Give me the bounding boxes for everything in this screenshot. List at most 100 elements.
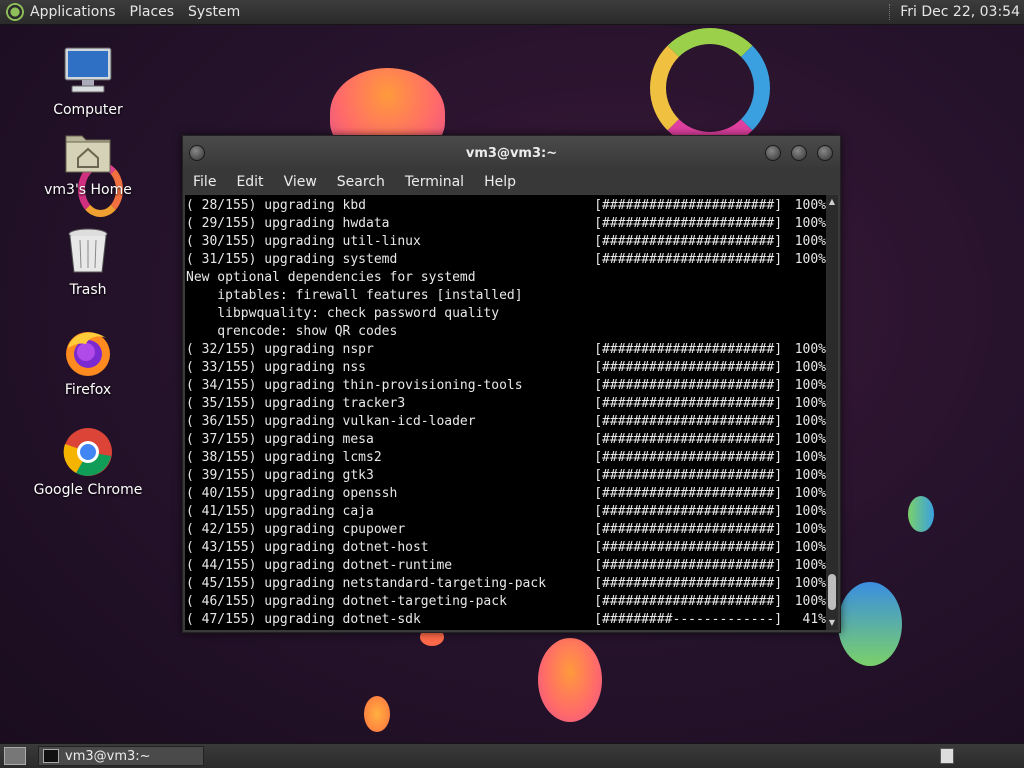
- progress-percent: 100%: [794, 558, 826, 573]
- terminal-output[interactable]: ( 28/155) upgrading kbd [################…: [185, 195, 826, 630]
- progress-percent: 100%: [794, 396, 826, 411]
- panel-separator: [889, 4, 892, 20]
- window-menubar: File Edit View Search Terminal Help: [183, 170, 840, 194]
- terminal-line-text: ( 41/155) upgrading caja: [186, 504, 374, 519]
- show-desktop-icon[interactable]: [4, 747, 26, 765]
- progress-percent: 100%: [794, 540, 826, 555]
- terminal-icon: [43, 749, 59, 763]
- workspace-switcher[interactable]: [940, 748, 954, 764]
- desktop-icon-computer[interactable]: Computer: [33, 46, 143, 118]
- menu-applications[interactable]: Applications: [30, 4, 116, 20]
- terminal-line: ( 37/155) upgrading mesa [###############…: [186, 431, 826, 449]
- scroll-down-icon[interactable]: ▼: [826, 618, 838, 628]
- minimize-icon[interactable]: [765, 145, 781, 161]
- menu-view[interactable]: View: [284, 174, 317, 190]
- progress-bar-text: [######################]: [594, 522, 783, 537]
- progress-percent: 100%: [794, 594, 826, 609]
- terminal-line-text: ( 46/155) upgrading dotnet-targeting-pac…: [186, 594, 507, 609]
- maximize-icon[interactable]: [791, 145, 807, 161]
- terminal-line-text: ( 29/155) upgrading hwdata: [186, 216, 390, 231]
- desktop-icon-trash[interactable]: Trash: [33, 226, 143, 298]
- scrollbar-thumb[interactable]: [828, 574, 836, 610]
- terminal-line-text: ( 34/155) upgrading thin-provisioning-to…: [186, 378, 523, 393]
- menu-file[interactable]: File: [193, 174, 216, 190]
- rainbow-ring: [650, 28, 770, 148]
- progress-bar-text: [######################]: [594, 450, 783, 465]
- terminal-line-text: ( 45/155) upgrading netstandard-targetin…: [186, 576, 547, 591]
- progress-percent: 100%: [794, 216, 826, 231]
- menu-system[interactable]: System: [188, 4, 240, 20]
- home-folder-icon: [62, 126, 114, 178]
- taskbar-item-terminal[interactable]: vm3@vm3:~: [38, 746, 204, 766]
- desktop-icon-chrome[interactable]: Google Chrome: [33, 426, 143, 498]
- progress-bar-text: [######################]: [594, 558, 783, 573]
- terminal-line: ( 35/155) upgrading tracker3 [###########…: [186, 395, 826, 413]
- terminal-line: ( 43/155) upgrading dotnet-host [########…: [186, 539, 826, 557]
- terminal-line: ( 45/155) upgrading netstandard-targetin…: [186, 575, 826, 593]
- progress-percent: 100%: [794, 378, 826, 393]
- menu-edit[interactable]: Edit: [236, 174, 263, 190]
- scroll-up-icon[interactable]: ▲: [826, 197, 838, 207]
- terminal-line: qrencode: show QR codes: [186, 323, 826, 341]
- desktop-icon-home[interactable]: vm3's Home: [33, 126, 143, 198]
- progress-bar-text: [######################]: [594, 432, 783, 447]
- desktop-icon-label: Trash: [69, 282, 107, 298]
- terminal-window[interactable]: vm3@vm3:~ File Edit View Search Terminal…: [182, 135, 841, 633]
- computer-icon: [62, 46, 114, 98]
- terminal-line-text: ( 36/155) upgrading vulkan-icd-loader: [186, 414, 476, 429]
- progress-bar-text: [######################]: [594, 342, 783, 357]
- terminal-line: ( 29/155) upgrading hwdata [#############…: [186, 215, 826, 233]
- progress-percent: 100%: [794, 342, 826, 357]
- terminal-line: ( 28/155) upgrading kbd [################…: [186, 197, 826, 215]
- menu-search[interactable]: Search: [337, 174, 385, 190]
- terminal-line-text: ( 39/155) upgrading gtk3: [186, 468, 374, 483]
- terminal-line: ( 36/155) upgrading vulkan-icd-loader [##…: [186, 413, 826, 431]
- window-title: vm3@vm3:~: [465, 145, 558, 161]
- terminal-line: ( 42/155) upgrading cpupower [###########…: [186, 521, 826, 539]
- terminal-line: ( 40/155) upgrading openssh [############…: [186, 485, 826, 503]
- terminal-line-text: ( 37/155) upgrading mesa: [186, 432, 374, 447]
- clock[interactable]: Fri Dec 22, 03:54: [900, 4, 1020, 20]
- desktop-icon-firefox[interactable]: Firefox: [33, 326, 143, 398]
- progress-bar-text: [######################]: [594, 234, 783, 249]
- top-panel: Applications Places System Fri Dec 22, 0…: [0, 0, 1024, 25]
- small-orange-blob: [364, 696, 390, 732]
- terminal-line: ( 41/155) upgrading caja [###############…: [186, 503, 826, 521]
- terminal-line-text: ( 35/155) upgrading tracker3: [186, 396, 406, 411]
- mate-logo-icon[interactable]: [6, 3, 24, 21]
- progress-percent: 100%: [794, 486, 826, 501]
- desktop-icon-label: Computer: [53, 102, 123, 118]
- terminal-line-text: ( 30/155) upgrading util-linux: [186, 234, 421, 249]
- progress-bar-text: [#########-------------]: [594, 612, 783, 627]
- progress-bar-text: [######################]: [594, 414, 783, 429]
- firefox-icon: [62, 326, 114, 378]
- progress-percent: 100%: [794, 450, 826, 465]
- orange-blob-2: [538, 638, 602, 722]
- window-titlebar[interactable]: vm3@vm3:~: [183, 136, 840, 170]
- close-icon[interactable]: [817, 145, 833, 161]
- terminal-line: ( 33/155) upgrading nss [################…: [186, 359, 826, 377]
- terminal-line: ( 31/155) upgrading systemd [############…: [186, 251, 826, 269]
- progress-percent: 100%: [794, 432, 826, 447]
- menu-terminal[interactable]: Terminal: [405, 174, 464, 190]
- menu-help[interactable]: Help: [484, 174, 516, 190]
- terminal-line-text: qrencode: show QR codes: [186, 324, 398, 339]
- progress-bar-text: [######################]: [594, 486, 783, 501]
- progress-bar-text: [######################]: [594, 378, 783, 393]
- menu-places[interactable]: Places: [130, 4, 175, 20]
- progress-bar-text: [######################]: [594, 540, 783, 555]
- terminal-line: ( 32/155) upgrading nspr [###############…: [186, 341, 826, 359]
- progress-bar-text: [######################]: [594, 576, 783, 591]
- terminal-line-text: ( 31/155) upgrading systemd: [186, 252, 398, 267]
- terminal-line-text: ( 47/155) upgrading dotnet-sdk: [186, 612, 421, 627]
- terminal-line-text: iptables: firewall features [installed]: [186, 288, 523, 303]
- progress-percent: 100%: [794, 252, 826, 267]
- progress-percent: 100%: [794, 234, 826, 249]
- terminal-line-text: ( 43/155) upgrading dotnet-host: [186, 540, 429, 555]
- terminal-line: New optional dependencies for systemd: [186, 269, 826, 287]
- terminal-line-text: ( 32/155) upgrading nspr: [186, 342, 374, 357]
- terminal-line-text: ( 42/155) upgrading cpupower: [186, 522, 406, 537]
- progress-bar-text: [######################]: [594, 396, 783, 411]
- terminal-scrollbar[interactable]: ▲ ▼: [826, 195, 838, 630]
- terminal-line-text: libpwquality: check password quality: [186, 306, 500, 321]
